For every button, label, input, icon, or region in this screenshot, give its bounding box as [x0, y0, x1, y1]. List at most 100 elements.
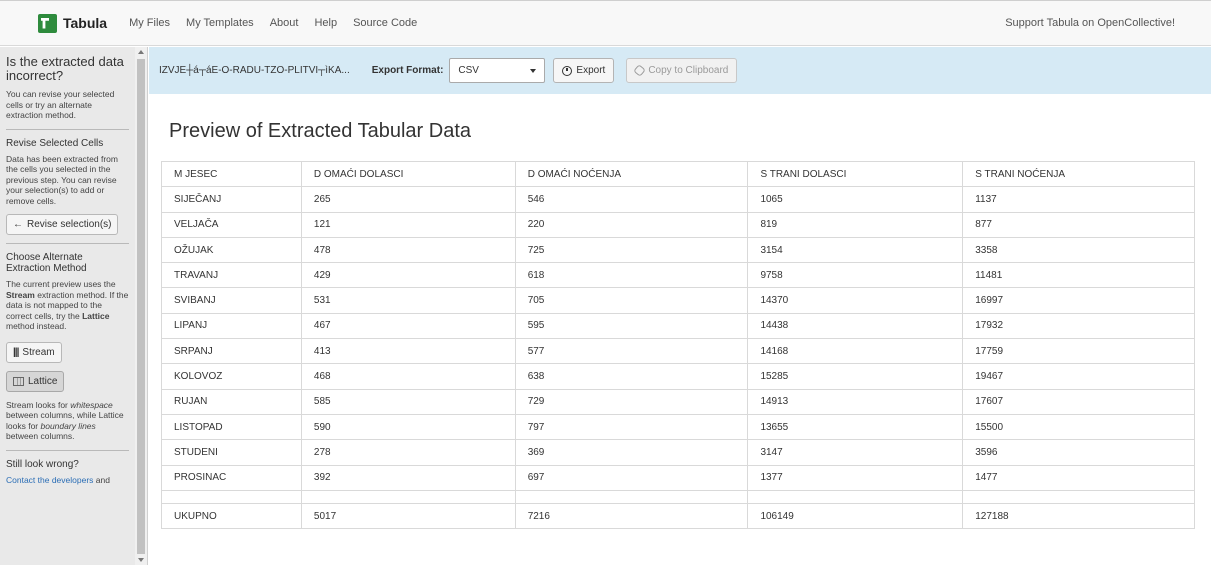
brand[interactable]: Tabula: [38, 13, 107, 33]
method-text-lattice: Lattice: [82, 310, 110, 321]
nav-link-my-templates[interactable]: My Templates: [186, 17, 254, 29]
table-cell: VELJAČA: [161, 211, 302, 238]
table-cell: 478: [300, 236, 516, 264]
divider: [6, 449, 129, 451]
table-cell: [514, 489, 749, 504]
columns-icon: |||: [13, 346, 19, 358]
revise-selection-label: Revise selection(s): [27, 219, 112, 230]
method-text-part: The current preview uses the: [6, 279, 116, 289]
nav-link-my-files[interactable]: My Files: [129, 17, 170, 29]
table-cell: 729: [514, 388, 749, 415]
export-format-select[interactable]: CSV: [449, 58, 546, 83]
contact-text: Contact the developers and: [6, 475, 129, 486]
table-cell: 638: [514, 363, 749, 390]
lattice-label: Lattice: [28, 375, 58, 387]
extracted-data-table: M JESEC D OMAĆI DOLASCI D OMAĆI NOĆENJA …: [161, 160, 1195, 530]
table-cell: 14913: [747, 388, 964, 415]
table-row: PROSINAC 392 697 1377 1477: [161, 464, 1195, 491]
compare-text-whitespace: whitespace: [70, 399, 113, 410]
scroll-up-icon[interactable]: [138, 50, 144, 54]
scroll-down-icon[interactable]: [138, 558, 144, 562]
sidebar-intro: You can revise your selected cells or tr…: [6, 89, 115, 120]
nav-link-help[interactable]: Help: [314, 17, 337, 29]
table-cell: 16997: [962, 287, 1195, 314]
table-row: STUDENI 278 369 3147 3596: [161, 439, 1195, 466]
stream-label: Stream: [22, 346, 55, 358]
table-cell: 9758: [747, 262, 964, 289]
table-cell: 3596: [962, 439, 1195, 466]
table-cell: 1137: [962, 186, 1195, 213]
table-row: [161, 489, 1195, 504]
paperclip-icon: [633, 64, 647, 77]
file-name: IZVJE┼á┬áE-O-RADU-TZO-PLITVI┬ìKA...: [159, 65, 350, 76]
table-cell: 15500: [962, 413, 1195, 441]
method-text-stream: Stream: [6, 289, 35, 300]
table-cell: 467: [300, 312, 516, 340]
table-cell: 3154: [747, 236, 964, 264]
column-header: D OMAĆI NOĆENJA: [514, 160, 749, 188]
table-row: VELJAČA 121 220 819 877: [161, 211, 1195, 238]
scroll-thumb[interactable]: [137, 59, 145, 554]
lattice-button[interactable]: Lattice: [6, 370, 65, 392]
export-button-label: Export: [576, 65, 606, 76]
sidebar-content: Is the extracted data incorrect? You can…: [0, 47, 135, 485]
table-cell: 531: [300, 287, 516, 314]
arrow-left-icon: ←: [13, 219, 23, 230]
sidebar: Is the extracted data incorrect? You can…: [0, 47, 148, 565]
table-cell: SVIBANJ: [161, 287, 302, 314]
stream-button[interactable]: ||| Stream: [6, 341, 62, 363]
table-cell: [962, 489, 1195, 504]
export-button[interactable]: Export: [553, 58, 615, 83]
table-cell: OŽUJAK: [161, 236, 302, 264]
table-cell: LIPANJ: [161, 312, 302, 340]
table-cell: 15285: [747, 363, 964, 390]
table-cell: 106149: [747, 502, 964, 530]
copy-to-clipboard-button[interactable]: Copy to Clipboard: [626, 58, 738, 83]
table-cell: 590: [300, 413, 516, 441]
table-cell: PROSINAC: [161, 464, 302, 491]
revise-selection-button[interactable]: ← Revise selection(s): [6, 214, 119, 235]
column-header: D OMAĆI DOLASCI: [300, 160, 516, 188]
column-header: M JESEC: [161, 160, 302, 188]
table-cell: LISTOPAD: [161, 413, 302, 441]
table-cell: 546: [514, 186, 749, 213]
table-cell: 17607: [962, 388, 1195, 415]
table-row: SRPANJ 413 577 14168 17759: [161, 338, 1195, 365]
compare-text-part: Stream looks for: [6, 399, 71, 410]
sidebar-scrollbar[interactable]: [135, 47, 147, 565]
page-title: Preview of Extracted Tabular Data: [169, 120, 472, 142]
table-cell: STUDENI: [161, 439, 302, 466]
nav-link-support[interactable]: Support Tabula on OpenCollective!: [1005, 17, 1175, 29]
table-cell: 392: [300, 464, 516, 491]
table-cell: 13655: [747, 413, 964, 441]
grid-icon: [13, 376, 24, 386]
table-cell: KOLOVOZ: [161, 363, 302, 390]
table-body: SIJEČANJ 265 546 1065 1137 VELJAČA 121 220 819 87…: [161, 186, 1195, 530]
chevron-down-icon: [530, 68, 537, 73]
sidebar-title: Is the extracted data incorrect?: [6, 54, 124, 83]
table-row: UKUPNO 5017 7216 106149 127188: [161, 502, 1195, 530]
export-format-value: CSV: [458, 65, 479, 76]
table-cell: 19467: [962, 363, 1195, 390]
table-cell: 705: [514, 287, 749, 314]
table-cell: 17932: [962, 312, 1195, 340]
nav-link-source-code[interactable]: Source Code: [353, 17, 417, 29]
table-cell: 3358: [962, 236, 1195, 264]
table-cell: RUJAN: [161, 388, 302, 415]
table-row: RUJAN 585 729 14913 17607: [161, 388, 1195, 415]
table-cell: SRPANJ: [161, 338, 302, 365]
table-cell: 697: [514, 464, 749, 491]
table-cell: 877: [962, 211, 1195, 238]
table-cell: TRAVANJ: [161, 262, 302, 289]
table-cell: 1477: [962, 464, 1195, 491]
table-cell: 819: [747, 211, 964, 238]
table-cell: 429: [300, 262, 516, 289]
nav-link-about[interactable]: About: [270, 17, 299, 29]
table-cell: 121: [300, 211, 516, 238]
copy-button-label: Copy to Clipboard: [648, 65, 729, 76]
column-header: S TRANI DOLASCI: [747, 160, 964, 188]
contact-developers-link[interactable]: Contact the developers: [6, 475, 93, 485]
table-cell: 3147: [747, 439, 964, 466]
table-cell: 265: [300, 186, 516, 213]
table-cell: SIJEČANJ: [161, 186, 302, 213]
